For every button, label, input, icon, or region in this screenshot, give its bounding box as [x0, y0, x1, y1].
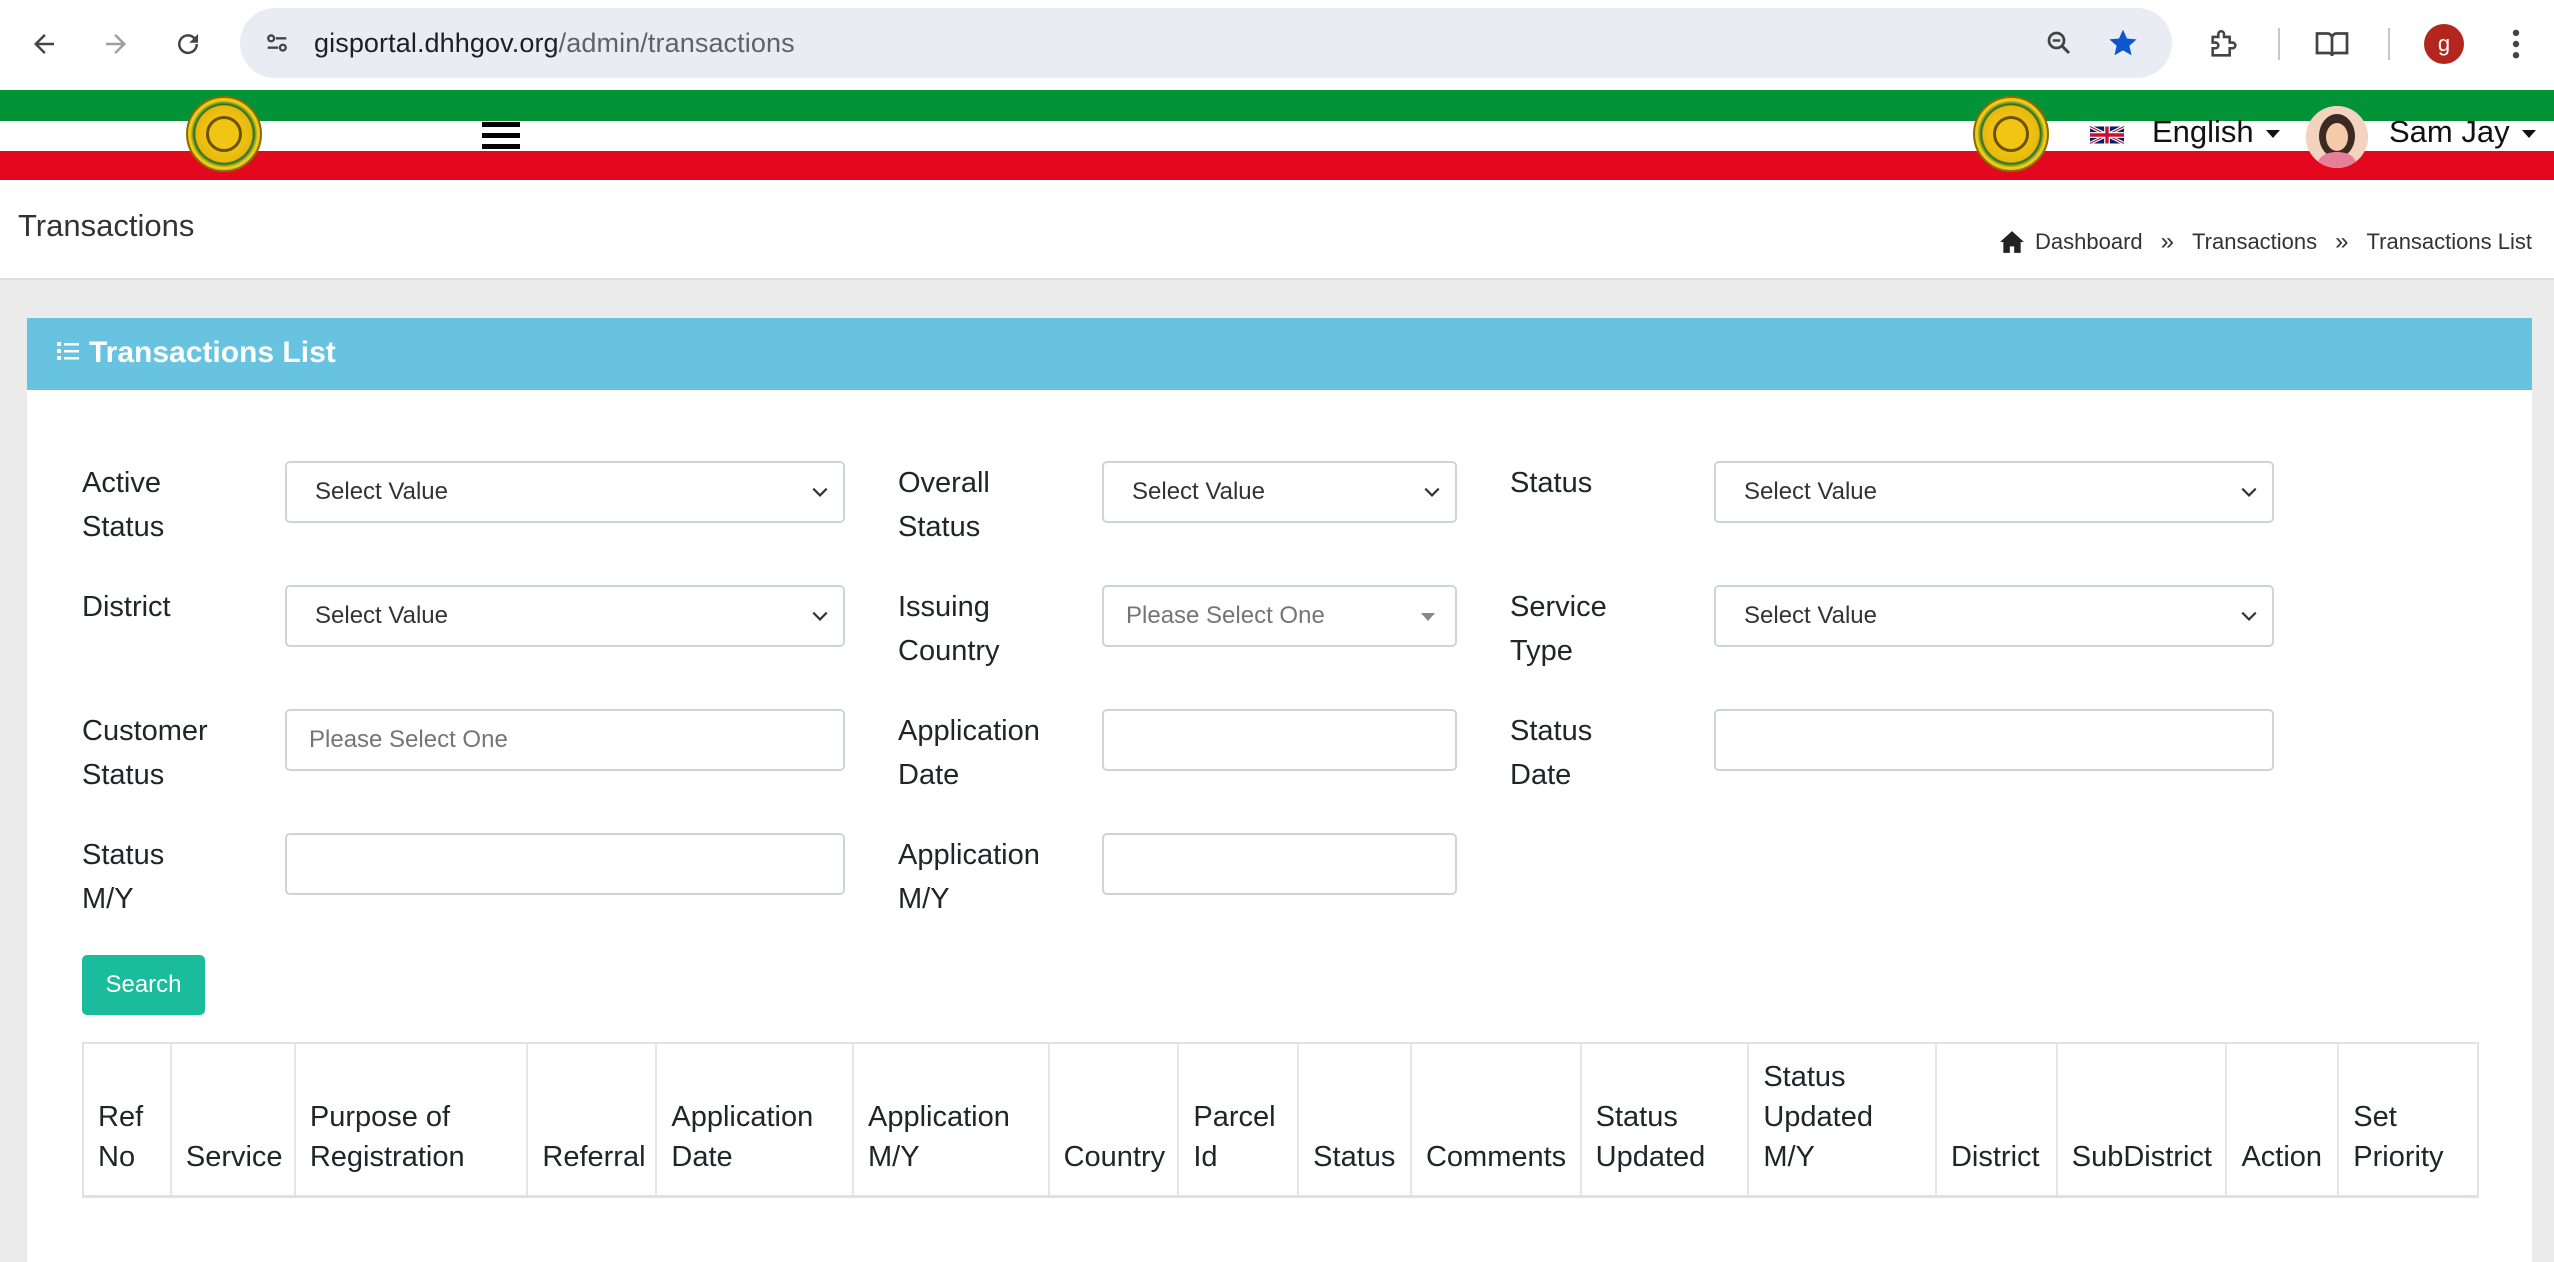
issuing-country-placeholder: Please Select One	[1126, 602, 1325, 629]
status-date-label: Status Date	[1510, 715, 1593, 791]
status-label: Status	[1510, 467, 1593, 499]
forward-button[interactable]	[92, 20, 140, 68]
toolbar-divider	[2278, 28, 2280, 60]
reload-icon	[178, 34, 199, 55]
column-header-set-priority[interactable]: Set Priority	[2339, 1044, 2477, 1195]
bookmark-star-icon[interactable]	[2104, 24, 2142, 62]
zoom-icon[interactable]	[2040, 24, 2078, 62]
breadcrumb-dashboard[interactable]: Dashboard	[2035, 229, 2143, 255]
status-my-label: Status M/Y	[82, 839, 165, 915]
breadcrumb-separator: »	[2160, 228, 2175, 255]
chevron-down-icon	[812, 487, 828, 497]
uk-flag-icon	[2090, 124, 2124, 146]
chevron-down-icon	[2241, 487, 2257, 497]
column-header-referral[interactable]: Referral	[528, 1044, 658, 1195]
chevron-down-icon	[812, 611, 828, 621]
user-dropdown[interactable]: Sam Jay	[2389, 114, 2536, 150]
chevron-down-icon	[2241, 611, 2257, 621]
status-value: Select Value	[1744, 478, 1877, 505]
user-name: Sam Jay	[2389, 114, 2510, 149]
government-seal-logo[interactable]	[186, 96, 262, 172]
application-date-label: Application Date	[898, 715, 1040, 791]
customer-status-label: Customer Status	[82, 715, 208, 791]
column-header-status-updated[interactable]: Status Updated	[1582, 1044, 1750, 1195]
active-status-select[interactable]: Select Value	[285, 461, 845, 523]
chevron-down-icon	[1424, 487, 1440, 497]
service-type-select[interactable]: Select Value	[1714, 585, 2274, 647]
url-path: /admin/transactions	[558, 28, 795, 58]
column-header-parcel-id[interactable]: Parcel Id	[1179, 1044, 1300, 1195]
reading-list-icon[interactable]	[2308, 20, 2356, 68]
language-dropdown[interactable]: English	[2152, 114, 2280, 150]
list-icon	[57, 342, 79, 360]
column-header-purpose-of-registration[interactable]: Purpose of Registration	[296, 1044, 529, 1195]
home-icon	[2000, 231, 2024, 253]
service-type-label: Service Type	[1510, 591, 1607, 667]
menu-dots-icon[interactable]	[2492, 20, 2540, 68]
caret-down-icon	[2265, 129, 2280, 138]
breadcrumb-transactions[interactable]: Transactions	[2192, 229, 2317, 255]
column-header-service[interactable]: Service	[172, 1044, 296, 1195]
active-status-label: Active Status	[82, 467, 165, 543]
district-label: District	[82, 591, 171, 623]
breadcrumb: Dashboard » Transactions » Transactions …	[1999, 228, 2532, 256]
column-header-district[interactable]: District	[1937, 1044, 2058, 1195]
transactions-table: Ref No Service Purpose of Registration Ref…	[82, 1042, 2479, 1198]
overall-status-value: Select Value	[1132, 478, 1265, 505]
card-title: Transactions List	[89, 336, 336, 369]
card-header: Transactions List	[27, 318, 2532, 390]
page-title: Transactions	[18, 208, 195, 243]
column-header-application-date[interactable]: Application Date	[657, 1044, 854, 1195]
site-info-icon[interactable]	[256, 22, 298, 64]
application-my-label: Application M/Y	[898, 839, 1040, 915]
profile-avatar[interactable]: g	[2424, 24, 2464, 64]
customer-status-select[interactable]: Please Select One	[285, 709, 845, 771]
profile-initial: g	[2437, 31, 2451, 56]
extensions-icon[interactable]	[2200, 20, 2248, 68]
district-value: Select Value	[315, 602, 448, 629]
customer-status-placeholder: Please Select One	[309, 726, 508, 753]
district-select[interactable]: Select Value	[285, 585, 845, 647]
column-header-status[interactable]: Status	[1299, 1044, 1412, 1195]
hamburger-menu-icon[interactable]	[482, 122, 520, 150]
status-my-input[interactable]	[285, 833, 845, 895]
page-title-bar: Transactions Dashboard » Transactions » …	[0, 182, 2554, 280]
caret-down-icon	[1421, 613, 1435, 621]
issuing-country-label: Issuing Country	[898, 591, 1000, 667]
address-bar[interactable]: gisportal.dhhgov.org/admin/transactions	[240, 8, 2172, 78]
url-text[interactable]: gisportal.dhhgov.org/admin/transactions	[314, 8, 795, 78]
column-header-action[interactable]: Action	[2227, 1044, 2340, 1195]
browser-toolbar: gisportal.dhhgov.org/admin/transactions …	[0, 0, 2554, 90]
breadcrumb-separator: »	[2335, 228, 2349, 255]
search-button[interactable]: Search	[82, 955, 205, 1015]
status-date-input[interactable]	[1714, 709, 2274, 771]
breadcrumb-transactions-list: Transactions List	[2366, 229, 2532, 254]
issuing-country-select[interactable]: Please Select One	[1102, 585, 1457, 647]
application-my-input[interactable]	[1102, 833, 1457, 895]
language-label: English	[2152, 114, 2254, 149]
service-type-value: Select Value	[1744, 602, 1877, 629]
url-host: gisportal.dhhgov.org	[314, 28, 559, 58]
column-header-country[interactable]: Country	[1050, 1044, 1180, 1195]
flag-stripe-red	[0, 151, 2554, 180]
column-header-application-my[interactable]: Application M/Y	[854, 1044, 1050, 1195]
status-select[interactable]: Select Value	[1714, 461, 2274, 523]
column-header-ref-no[interactable]: Ref No	[84, 1044, 172, 1195]
application-date-input[interactable]	[1102, 709, 1457, 771]
forward-arrow-icon	[106, 34, 126, 54]
toolbar-divider	[2388, 28, 2390, 60]
column-header-subdistrict[interactable]: SubDistrict	[2058, 1044, 2228, 1195]
column-header-comments[interactable]: Comments	[1412, 1044, 1582, 1195]
reload-button[interactable]	[164, 20, 212, 68]
overall-status-label: Overall Status	[898, 467, 990, 543]
caret-down-icon	[2521, 129, 2536, 138]
user-avatar[interactable]	[2306, 106, 2368, 168]
active-status-value: Select Value	[315, 478, 448, 505]
back-arrow-icon	[34, 34, 54, 54]
site-header: English Sam Jay	[0, 90, 2554, 182]
overall-status-select[interactable]: Select Value	[1102, 461, 1457, 523]
column-header-status-updated-my[interactable]: Status Updated M/Y	[1749, 1044, 1937, 1195]
back-button[interactable]	[20, 20, 68, 68]
government-seal-logo-right	[1973, 96, 2049, 172]
